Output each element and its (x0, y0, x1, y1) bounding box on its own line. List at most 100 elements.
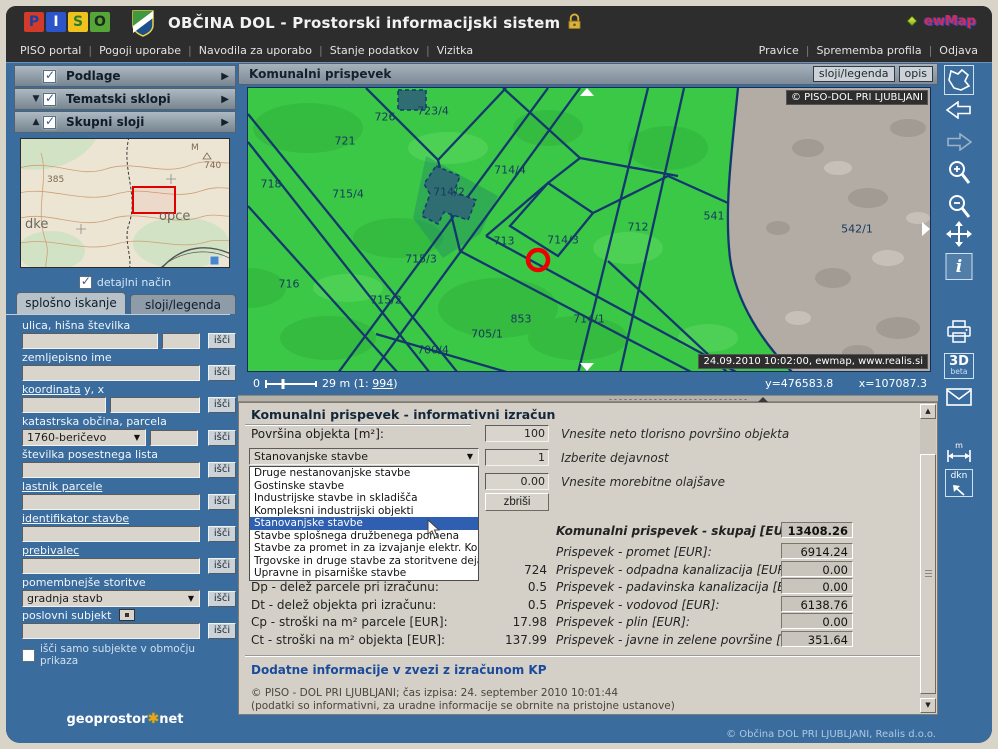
accordion-tematski-sklopi[interactable]: ▼ Tematski sklopi (14, 88, 236, 110)
dropdown-option[interactable]: Stavbe splošnega družbenega pomena (250, 530, 478, 543)
collapse-state-icon[interactable]: ▲ (29, 117, 43, 127)
subject-area-label: išči samo subjekte v območju prikaza (40, 643, 236, 667)
dropdown-option[interactable]: Trgovske in druge stavbe za storitvene d… (250, 555, 478, 568)
chevron-right-icon[interactable] (221, 94, 229, 105)
coordinate-x-input[interactable] (110, 397, 200, 413)
coordinate-y-input[interactable] (22, 397, 106, 413)
overview-map[interactable]: 385 740 M dke opce (20, 138, 230, 268)
area-input[interactable] (485, 425, 549, 442)
more-info-link[interactable]: Dodatne informacije v zvezi z izračunom … (251, 663, 547, 677)
street-input[interactable] (22, 333, 158, 349)
pan-down-arrow[interactable] (580, 363, 594, 371)
print-button[interactable] (945, 319, 973, 349)
zoom-in-button[interactable] (946, 159, 972, 191)
search-button[interactable]: išči (208, 462, 236, 478)
business-subject-input[interactable] (22, 623, 200, 639)
field-label: poslovni subjekt (22, 609, 236, 622)
menu-item[interactable]: PISO portal (20, 44, 99, 57)
menu-item[interactable]: Navodila za uporabo (199, 44, 330, 57)
star-icon: ✱ (147, 711, 159, 727)
info-tool-button[interactable]: i (946, 253, 973, 280)
pan-icon (946, 221, 972, 247)
map-viewport[interactable]: © PISO-DOL PRI LJUBLJANI 24.09.2010 10:0… (247, 87, 931, 372)
search-button[interactable]: išči (208, 623, 236, 639)
back-button[interactable] (946, 101, 972, 123)
search-button[interactable]: išči (208, 494, 236, 510)
dropdown-option[interactable]: Gostinske stavbe (250, 480, 478, 493)
resident-input[interactable] (22, 558, 200, 574)
menu-item[interactable]: Vizitka (437, 44, 473, 57)
subject-area-checkbox[interactable] (22, 649, 35, 662)
measure-button[interactable]: m (946, 441, 972, 467)
parcel-number-input[interactable] (150, 430, 198, 446)
pan-up-arrow[interactable] (580, 88, 594, 96)
dropdown-option[interactable]: Kompleksni industrijski objekti (250, 505, 478, 518)
search-button[interactable]: išči (208, 365, 236, 381)
subject-info-icon[interactable] (119, 609, 135, 621)
search-button[interactable]: išči (208, 333, 236, 349)
opis-button[interactable]: opis (899, 66, 934, 82)
detail-mode-checkbox[interactable] (79, 276, 92, 289)
collapse-state-icon[interactable]: ▼ (29, 94, 43, 104)
field-posestni-list: številka posestnega lista išči (14, 448, 236, 478)
scale-bar[interactable] (265, 379, 317, 389)
field-zemljepisno-ime: zemljepisno ime išči (14, 351, 236, 381)
dropdown-option[interactable]: Upravne in pisarniške stavbe (250, 567, 478, 580)
layer-checkbox[interactable] (43, 116, 56, 129)
activity-factor-input[interactable] (485, 449, 549, 466)
calc-total-row: Komunalni prispevek - skupaj [EUR]:13408… (556, 524, 936, 540)
accordion-skupni-sloji[interactable]: ▲ Skupni sloji (14, 111, 236, 133)
footer-copyright: © Občina DOL PRI LJUBLJANI, Realis d.o.o… (726, 729, 936, 740)
menu-item[interactable]: Stanje podatkov (330, 44, 437, 57)
activity-select[interactable]: Stanovanjske stavbe▼ (249, 448, 479, 465)
menu-item[interactable]: Odjava (939, 44, 978, 57)
cadastral-municipality-select[interactable]: 1760-beričevo▼ (22, 429, 146, 446)
discount-input[interactable] (485, 473, 549, 490)
lastnik-parcele-link[interactable]: lastnik parcele (22, 480, 102, 493)
scale-text: 29 m (1: 994) (322, 377, 398, 390)
chevron-right-icon[interactable] (221, 71, 229, 82)
parcel-label: 705/1 (471, 328, 503, 341)
search-button[interactable]: išči (208, 526, 236, 542)
pan-button[interactable] (946, 221, 972, 251)
total-value: 13408.26 (781, 522, 853, 538)
koordinata-link[interactable]: koordinata (22, 383, 81, 396)
menu-item[interactable]: Pogoji uporabe (99, 44, 199, 57)
dropdown-option[interactable]: Druge nestanovanjske stavbe (250, 467, 478, 480)
layer-checkbox[interactable] (43, 93, 56, 106)
full-extent-button[interactable] (944, 65, 974, 95)
accordion-podlage[interactable]: Podlage (14, 65, 236, 87)
possession-sheet-input[interactable] (22, 462, 200, 478)
tab-splosno-iskanje[interactable]: splošno iskanje (16, 292, 126, 314)
dropdown-option[interactable]: Stavbe za promet in za izvajanje elektr.… (250, 542, 478, 555)
threeD-button[interactable]: 3D beta (944, 353, 974, 379)
panel-splitter[interactable] (238, 395, 938, 402)
building-id-input[interactable] (22, 526, 200, 542)
tab-sloji-legenda[interactable]: sloji/legenda (130, 294, 236, 314)
sloji-legenda-button[interactable]: sloji/legenda (813, 66, 895, 82)
forward-button[interactable] (946, 133, 972, 155)
dropdown-option[interactable]: Industrijske stavbe in skladišča (250, 492, 478, 505)
clear-button[interactable]: zbriši (485, 493, 549, 511)
geographic-name-input[interactable] (22, 365, 200, 381)
house-number-input[interactable] (162, 333, 200, 349)
search-button[interactable]: išči (208, 430, 236, 446)
dkn-button[interactable]: dkn (945, 469, 973, 497)
prebivalec-link[interactable]: prebivalec (22, 544, 79, 557)
coordinate-y: y=476583.8 (765, 377, 833, 390)
search-button[interactable]: išči (208, 591, 236, 607)
dropdown-option[interactable]: Stanovanjske stavbe (250, 517, 478, 530)
identifikator-stavbe-link[interactable]: identifikator stavbe (22, 512, 129, 525)
mail-button[interactable] (945, 387, 973, 411)
menu-item[interactable]: Pravice (759, 44, 817, 57)
search-button[interactable]: išči (208, 397, 236, 413)
services-select[interactable]: gradnja stavb▼ (22, 590, 200, 607)
pan-right-arrow[interactable] (922, 222, 930, 236)
chevron-right-icon[interactable] (221, 117, 229, 128)
parcel-owner-input[interactable] (22, 494, 200, 510)
menu-item[interactable]: Sprememba profila (816, 44, 939, 57)
layer-checkbox[interactable] (43, 70, 56, 83)
search-button[interactable]: išči (208, 558, 236, 574)
scale-denominator-link[interactable]: 994 (372, 377, 393, 390)
splitter-grip[interactable] (608, 398, 748, 401)
